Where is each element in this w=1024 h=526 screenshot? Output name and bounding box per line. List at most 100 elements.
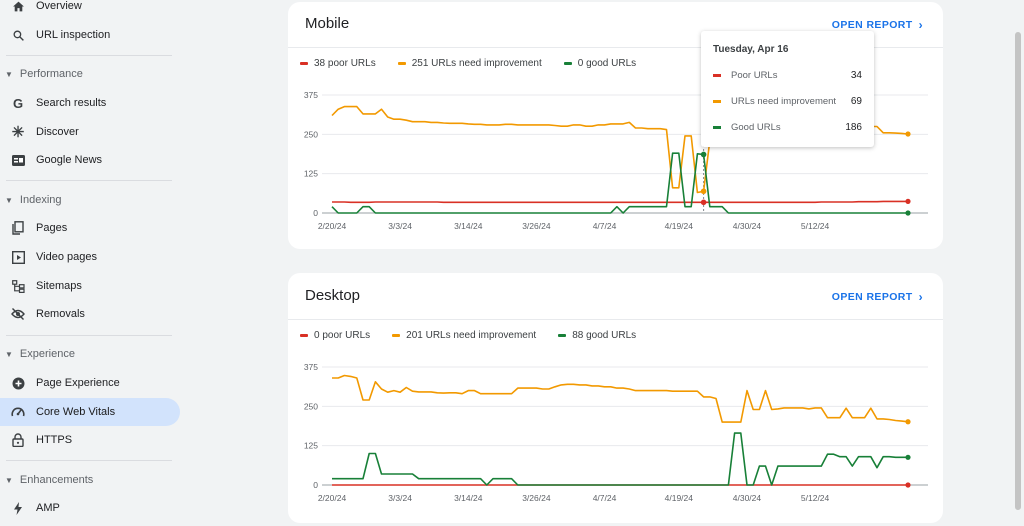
hover-point: [700, 199, 707, 206]
lock-icon: [10, 432, 26, 448]
search-icon: [10, 27, 26, 43]
x-tick-label: 5/12/24: [801, 221, 830, 231]
tooltip-label: URLs need improvement: [731, 96, 837, 107]
legend-label: 0 poor URLs: [314, 330, 371, 341]
tooltip-value: 186: [845, 122, 862, 133]
section-enhancements[interactable]: ▼ Enhancements: [0, 470, 180, 490]
series-end-point: [905, 454, 911, 460]
google-g-icon: G: [12, 95, 24, 111]
tooltip-value: 34: [850, 70, 862, 81]
series-line: [332, 374, 909, 423]
y-tick-label: 125: [304, 169, 318, 179]
section-experience[interactable]: ▼ Experience: [0, 344, 180, 364]
x-tick-label: 3/3/24: [388, 493, 412, 503]
sidebar-divider: [6, 335, 172, 336]
series-line: [332, 200, 908, 204]
sidebar-item-label: Sitemaps: [36, 280, 82, 292]
tooltip-row-good: Good URLs 186: [713, 122, 862, 133]
y-tick-label: 250: [304, 129, 318, 139]
x-tick-label: 5/12/24: [801, 493, 830, 503]
tooltip-date: Tuesday, Apr 16: [713, 44, 789, 55]
legend-swatch: [392, 334, 401, 337]
sidebar-item-label: Video pages: [36, 251, 97, 263]
legend-needs-improvement[interactable]: 251 URLs need improvement: [397, 58, 542, 69]
tooltip-label: Good URLs: [731, 122, 781, 133]
sidebar-nav: Overview URL inspection ▼ Performance G …: [0, 0, 186, 526]
sidebar-item-pages[interactable]: Pages: [0, 214, 180, 242]
news-icon: [10, 152, 26, 168]
open-report-button[interactable]: OPEN REPORT ›: [832, 290, 923, 304]
tooltip-value: 69: [850, 96, 862, 107]
sidebar-item-label: URL inspection: [36, 29, 111, 41]
sidebar-item-sitemaps[interactable]: Sitemaps: [0, 272, 180, 300]
sidebar-item-video-pages[interactable]: Video pages: [0, 243, 180, 271]
sidebar-item-label: Google News: [36, 154, 103, 166]
caret-down-icon: ▼: [5, 69, 13, 79]
y-tick-label: 0: [313, 480, 318, 490]
x-tick-label: 2/20/24: [318, 221, 347, 231]
scrollbar-thumb[interactable]: [1015, 32, 1021, 510]
x-tick-label: 4/19/24: [665, 221, 694, 231]
y-tick-label: 125: [304, 441, 318, 451]
sidebar-item-label: Discover: [36, 126, 79, 138]
sidebar-item-label: Pages: [36, 222, 68, 234]
sidebar-item-amp[interactable]: AMP: [0, 494, 180, 522]
legend-good[interactable]: 88 good URLs: [558, 330, 636, 341]
sidebar-item-removals[interactable]: Removals: [0, 300, 180, 328]
legend-swatch: [300, 62, 308, 65]
sidebar-item-discover[interactable]: ✳ Discover: [0, 118, 180, 146]
section-label: Performance: [19, 68, 83, 80]
x-tick-label: 3/14/24: [454, 221, 483, 231]
chevron-right-icon: ›: [918, 18, 923, 32]
legend-needs-improvement[interactable]: 201 URLs need improvement: [392, 330, 536, 341]
sidebar-item-page-experience[interactable]: Page Experience: [0, 369, 180, 397]
tooltip-row-poor: Poor URLs 34: [713, 70, 862, 81]
section-performance[interactable]: ▼ Performance: [0, 64, 180, 84]
series-end-point: [905, 482, 911, 488]
sidebar-item-label: Overview: [36, 0, 82, 12]
page-scrollbar[interactable]: [1012, 0, 1024, 526]
chart-legend: 38 poor URLs 251 URLs need improvement 0…: [300, 58, 658, 69]
desktop-card: Desktop OPEN REPORT › 0 poor URLs 201 UR…: [288, 273, 943, 523]
section-indexing[interactable]: ▼ Indexing: [0, 190, 180, 210]
chart-legend: 0 poor URLs 201 URLs need improvement 88…: [300, 330, 658, 341]
open-report-label: OPEN REPORT: [831, 291, 913, 303]
sidebar-item-search-results[interactable]: G Search results: [0, 89, 180, 117]
tooltip-swatch: [713, 74, 721, 77]
sidebar-item-google-news[interactable]: Google News: [0, 146, 180, 174]
sidebar-item-overview[interactable]: Overview: [0, 0, 180, 20]
legend-label: 38 poor URLs: [314, 58, 376, 69]
caret-down-icon: ▼: [5, 475, 13, 485]
sidebar-item-core-web-vitals[interactable]: Core Web Vitals: [0, 398, 180, 426]
x-tick-label: 3/3/24: [388, 221, 412, 231]
tooltip-swatch: [713, 100, 721, 103]
legend-label: 251 URLs need improvement: [411, 58, 542, 69]
home-icon: [10, 0, 26, 14]
sidebar-item-url-inspection[interactable]: URL inspection: [0, 21, 180, 49]
x-tick-label: 4/7/24: [593, 221, 617, 231]
x-tick-label: 4/30/24: [733, 493, 762, 503]
series-end-point: [905, 210, 911, 216]
x-tick-label: 4/30/24: [733, 221, 762, 231]
series-end-point: [905, 419, 911, 425]
caret-down-icon: ▼: [5, 349, 13, 359]
caret-down-icon: ▼: [5, 195, 13, 205]
series-end-point: [905, 131, 911, 137]
sidebar-divider: [6, 180, 172, 181]
tooltip-swatch: [713, 126, 721, 129]
open-report-button[interactable]: OPEN REPORT ›: [832, 18, 923, 32]
series-line: [331, 152, 908, 214]
card-separator: [288, 319, 943, 320]
sidebar-item-label: Core Web Vitals: [36, 406, 116, 418]
gauge-icon: [10, 404, 26, 420]
sidebar-item-label: AMP: [36, 502, 60, 514]
hover-point: [700, 151, 707, 158]
legend-poor[interactable]: 38 poor URLs: [300, 58, 376, 69]
legend-poor[interactable]: 0 poor URLs: [300, 330, 370, 341]
desktop-line-chart[interactable]: 0 125 250 375 2/20/24 3/3/24 3/14/24 3/26/24 4/7…: [288, 354, 943, 514]
legend-good[interactable]: 0 good URLs: [563, 58, 636, 69]
sidebar-item-https[interactable]: HTTPS: [0, 426, 180, 454]
y-tick-label: 250: [304, 401, 318, 411]
sitemap-icon: [10, 278, 26, 294]
x-tick-label: 3/26/24: [522, 493, 551, 503]
